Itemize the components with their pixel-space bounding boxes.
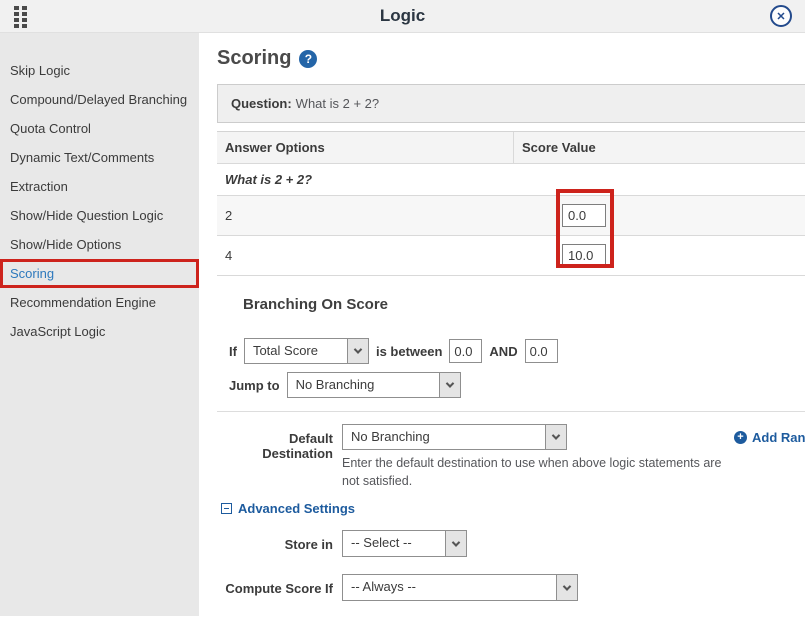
chevron-down-icon bbox=[545, 425, 566, 449]
question-label: Question: bbox=[231, 96, 292, 111]
drag-handle-icon[interactable] bbox=[14, 6, 27, 28]
add-range-label: Add Range bbox=[752, 430, 805, 445]
close-icon[interactable]: ✕ bbox=[770, 5, 792, 27]
and-label: AND bbox=[489, 344, 517, 359]
answer-option-label: 2 bbox=[217, 200, 514, 231]
is-between-label: is between bbox=[376, 344, 442, 359]
store-in-label: Store in bbox=[217, 530, 333, 557]
chevron-down-icon bbox=[347, 339, 368, 363]
sidebar-item-show-hide-question-logic[interactable]: Show/Hide Question Logic bbox=[0, 201, 199, 230]
question-group-label: What is 2 + 2? bbox=[217, 164, 514, 195]
if-label: If bbox=[229, 344, 237, 359]
page-title-text: Scoring bbox=[217, 47, 291, 70]
score-value-input[interactable] bbox=[562, 204, 606, 227]
if-condition-row: If Total Score is between AND bbox=[229, 338, 805, 364]
question-group-row: What is 2 + 2? bbox=[217, 164, 805, 196]
page-title: Scoring ? bbox=[217, 47, 805, 70]
sidebar-item-dynamic-text-comments[interactable]: Dynamic Text/Comments bbox=[0, 143, 199, 172]
sidebar-item-scoring[interactable]: Scoring bbox=[0, 259, 199, 288]
section-divider bbox=[217, 411, 805, 412]
sidebar-item-recommendation-engine[interactable]: Recommendation Engine bbox=[0, 288, 199, 317]
store-in-row: Store in -- Select -- bbox=[217, 530, 805, 557]
jump-to-label: Jump to bbox=[229, 378, 280, 393]
advanced-settings-label: Advanced Settings bbox=[238, 501, 355, 516]
answer-options-table: Answer Options Score Value What is 2 + 2… bbox=[217, 131, 805, 276]
column-header-answer-options: Answer Options bbox=[217, 132, 514, 163]
branching-on-score-title: Branching On Score bbox=[243, 296, 805, 313]
logic-sidebar: Skip Logic Compound/Delayed Branching Qu… bbox=[0, 33, 199, 616]
sidebar-item-javascript-logic[interactable]: JavaScript Logic bbox=[0, 317, 199, 346]
plus-icon: + bbox=[734, 431, 747, 444]
compute-score-if-row: Compute Score If -- Always -- bbox=[217, 574, 805, 601]
branching-rule-rows: If Total Score is between AND Jump to No… bbox=[229, 338, 805, 398]
table-row: 4 bbox=[217, 236, 805, 276]
help-icon[interactable]: ? bbox=[299, 50, 317, 68]
jump-to-row: Jump to No Branching bbox=[229, 372, 805, 398]
chevron-down-icon bbox=[439, 373, 460, 397]
default-destination-select[interactable]: No Branching bbox=[342, 424, 567, 450]
sidebar-item-compound-delayed-branching[interactable]: Compound/Delayed Branching bbox=[0, 85, 199, 114]
table-header-row: Answer Options Score Value bbox=[217, 132, 805, 164]
question-text: What is 2 + 2? bbox=[296, 96, 379, 111]
compute-score-if-label: Compute Score If bbox=[217, 574, 333, 601]
add-range-button[interactable]: + Add Range bbox=[734, 424, 805, 445]
sidebar-item-show-hide-options[interactable]: Show/Hide Options bbox=[0, 230, 199, 259]
range-to-input[interactable] bbox=[525, 339, 558, 363]
default-destination-row: Default Destination No Branching Enter t… bbox=[217, 424, 805, 490]
dialog-header: Logic ✕ bbox=[0, 0, 805, 33]
question-summary: Question: What is 2 + 2? bbox=[217, 84, 805, 123]
collapse-icon bbox=[221, 503, 232, 514]
range-from-input[interactable] bbox=[449, 339, 482, 363]
chevron-down-icon bbox=[445, 531, 466, 556]
default-destination-help-text: Enter the default destination to use whe… bbox=[342, 454, 734, 490]
answer-option-label: 4 bbox=[217, 240, 514, 271]
column-header-score-value: Score Value bbox=[514, 132, 805, 163]
jump-destination-select[interactable]: No Branching bbox=[287, 372, 461, 398]
sidebar-item-quota-control[interactable]: Quota Control bbox=[0, 114, 199, 143]
sidebar-item-skip-logic[interactable]: Skip Logic bbox=[0, 56, 199, 85]
score-source-select[interactable]: Total Score bbox=[244, 338, 369, 364]
scoring-panel: Scoring ? Question: What is 2 + 2? Answer… bbox=[199, 33, 805, 616]
dialog-title: Logic bbox=[0, 6, 805, 26]
advanced-settings-toggle[interactable]: Advanced Settings bbox=[221, 501, 805, 516]
sidebar-item-extraction[interactable]: Extraction bbox=[0, 172, 199, 201]
compute-score-if-select[interactable]: -- Always -- bbox=[342, 574, 578, 601]
score-value-input[interactable] bbox=[562, 244, 606, 267]
store-in-select[interactable]: -- Select -- bbox=[342, 530, 467, 557]
table-row: 2 bbox=[217, 196, 805, 236]
chevron-down-icon bbox=[556, 575, 577, 600]
default-destination-label: Default Destination bbox=[217, 424, 333, 490]
